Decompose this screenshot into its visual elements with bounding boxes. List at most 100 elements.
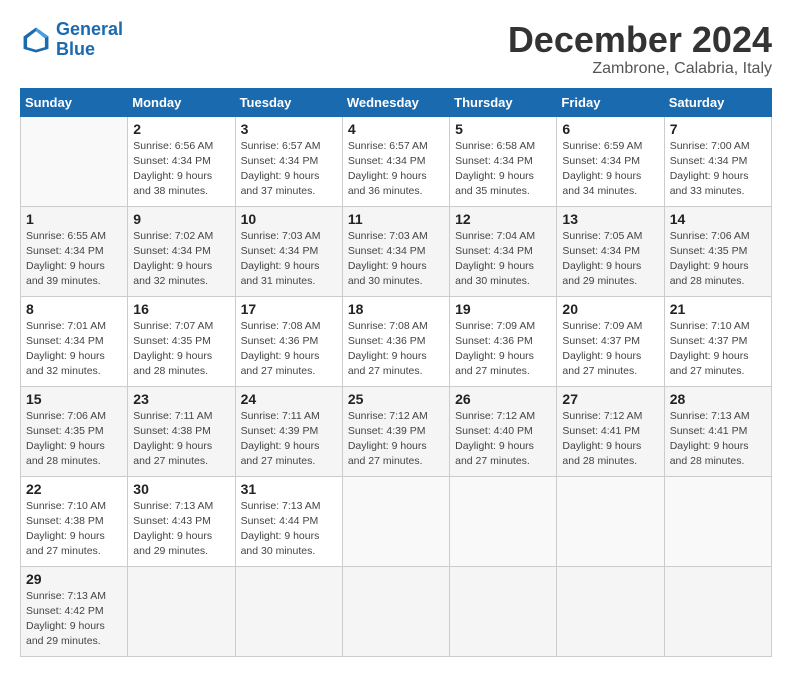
day-number: 12 [455, 211, 551, 227]
calendar-cell [342, 476, 449, 566]
day-info: Sunrise: 7:13 AMSunset: 4:42 PMDaylight:… [26, 589, 122, 650]
day-number: 8 [26, 301, 122, 317]
day-info: Sunrise: 7:10 AMSunset: 4:38 PMDaylight:… [26, 499, 122, 560]
calendar-week-4: 22 Sunrise: 7:10 AMSunset: 4:38 PMDayligh… [21, 476, 772, 566]
day-number: 22 [26, 481, 122, 497]
calendar-cell: 23 Sunrise: 7:11 AMSunset: 4:38 PMDayligh… [128, 386, 235, 476]
calendar-cell: 2 Sunrise: 6:56 AMSunset: 4:34 PMDaylight… [128, 116, 235, 206]
day-number: 23 [133, 391, 229, 407]
day-info: Sunrise: 6:59 AMSunset: 4:34 PMDaylight:… [562, 139, 658, 200]
calendar-cell [342, 566, 449, 656]
calendar-cell: 8 Sunrise: 7:01 AMSunset: 4:34 PMDaylight… [21, 296, 128, 386]
day-info: Sunrise: 7:12 AMSunset: 4:41 PMDaylight:… [562, 409, 658, 470]
day-number: 31 [241, 481, 337, 497]
day-number: 26 [455, 391, 551, 407]
day-number: 1 [26, 211, 122, 227]
day-info: Sunrise: 6:57 AMSunset: 4:34 PMDaylight:… [348, 139, 444, 200]
header-saturday: Saturday [664, 88, 771, 116]
calendar-cell: 4Sunrise: 6:57 AMSunset: 4:34 PMDaylight… [342, 116, 449, 206]
calendar-cell: 6Sunrise: 6:59 AMSunset: 4:34 PMDaylight… [557, 116, 664, 206]
calendar-cell [450, 476, 557, 566]
day-number: 27 [562, 391, 658, 407]
page-header: General Blue December 2024 Zambrone, Cal… [20, 20, 772, 78]
location: Zambrone, Calabria, Italy [508, 60, 772, 78]
calendar-cell [21, 116, 128, 206]
day-number: 28 [670, 391, 766, 407]
logo-icon [20, 24, 52, 56]
calendar-cell: 3 Sunrise: 6:57 AMSunset: 4:34 PMDaylight… [235, 116, 342, 206]
month-title: December 2024 [508, 20, 772, 60]
day-info: Sunrise: 7:06 AMSunset: 4:35 PMDaylight:… [670, 229, 766, 290]
header-monday: Monday [128, 88, 235, 116]
day-number: 15 [26, 391, 122, 407]
day-info: Sunrise: 6:57 AMSunset: 4:34 PMDaylight:… [241, 139, 337, 200]
day-number: 21 [670, 301, 766, 317]
day-number: 30 [133, 481, 229, 497]
day-info: Sunrise: 7:11 AMSunset: 4:38 PMDaylight:… [133, 409, 229, 470]
header-wednesday: Wednesday [342, 88, 449, 116]
logo-text: General Blue [56, 20, 123, 60]
header-sunday: Sunday [21, 88, 128, 116]
day-number: 2 [133, 121, 229, 137]
calendar-cell: 29Sunrise: 7:13 AMSunset: 4:42 PMDayligh… [21, 566, 128, 656]
calendar-cell: 21 Sunrise: 7:10 AMSunset: 4:37 PMDayligh… [664, 296, 771, 386]
logo: General Blue [20, 20, 123, 60]
day-number: 18 [348, 301, 444, 317]
day-info: Sunrise: 7:06 AMSunset: 4:35 PMDaylight:… [26, 409, 122, 470]
calendar-cell: 20 Sunrise: 7:09 AMSunset: 4:37 PMDayligh… [557, 296, 664, 386]
calendar-cell: 10 Sunrise: 7:03 AMSunset: 4:34 PMDayligh… [235, 206, 342, 296]
header-thursday: Thursday [450, 88, 557, 116]
day-number: 11 [348, 211, 444, 227]
day-info: Sunrise: 7:02 AMSunset: 4:34 PMDaylight:… [133, 229, 229, 290]
header-tuesday: Tuesday [235, 88, 342, 116]
calendar-cell: 9Sunrise: 7:02 AMSunset: 4:34 PMDaylight… [128, 206, 235, 296]
calendar-cell: 13 Sunrise: 7:05 AMSunset: 4:34 PMDayligh… [557, 206, 664, 296]
calendar-cell: 12 Sunrise: 7:04 AMSunset: 4:34 PMDayligh… [450, 206, 557, 296]
day-number: 14 [670, 211, 766, 227]
calendar-cell: 11 Sunrise: 7:03 AMSunset: 4:34 PMDayligh… [342, 206, 449, 296]
calendar-cell: 26Sunrise: 7:12 AMSunset: 4:40 PMDayligh… [450, 386, 557, 476]
calendar-cell: 1Sunrise: 6:55 AMSunset: 4:34 PMDaylight… [21, 206, 128, 296]
day-number: 3 [241, 121, 337, 137]
day-info: Sunrise: 7:09 AMSunset: 4:36 PMDaylight:… [455, 319, 551, 380]
day-number: 10 [241, 211, 337, 227]
calendar-cell [664, 476, 771, 566]
day-info: Sunrise: 7:01 AMSunset: 4:34 PMDaylight:… [26, 319, 122, 380]
day-info: Sunrise: 7:13 AMSunset: 4:41 PMDaylight:… [670, 409, 766, 470]
day-number: 25 [348, 391, 444, 407]
calendar-cell: 24Sunrise: 7:11 AMSunset: 4:39 PMDayligh… [235, 386, 342, 476]
day-info: Sunrise: 7:05 AMSunset: 4:34 PMDaylight:… [562, 229, 658, 290]
day-number: 13 [562, 211, 658, 227]
day-info: Sunrise: 7:13 AMSunset: 4:44 PMDaylight:… [241, 499, 337, 560]
calendar-cell: 22 Sunrise: 7:10 AMSunset: 4:38 PMDayligh… [21, 476, 128, 566]
day-info: Sunrise: 7:04 AMSunset: 4:34 PMDaylight:… [455, 229, 551, 290]
calendar-cell: 19 Sunrise: 7:09 AMSunset: 4:36 PMDayligh… [450, 296, 557, 386]
calendar-cell [557, 476, 664, 566]
day-info: Sunrise: 7:09 AMSunset: 4:37 PMDaylight:… [562, 319, 658, 380]
calendar-cell: 17 Sunrise: 7:08 AMSunset: 4:36 PMDayligh… [235, 296, 342, 386]
day-number: 16 [133, 301, 229, 317]
day-number: 19 [455, 301, 551, 317]
day-info: Sunrise: 7:08 AMSunset: 4:36 PMDaylight:… [241, 319, 337, 380]
day-number: 17 [241, 301, 337, 317]
day-info: Sunrise: 7:03 AMSunset: 4:34 PMDaylight:… [241, 229, 337, 290]
day-info: Sunrise: 6:56 AMSunset: 4:34 PMDaylight:… [133, 139, 229, 200]
day-number: 7 [670, 121, 766, 137]
calendar-cell: 5Sunrise: 6:58 AMSunset: 4:34 PMDaylight… [450, 116, 557, 206]
calendar-week-1: 1Sunrise: 6:55 AMSunset: 4:34 PMDaylight… [21, 206, 772, 296]
calendar-cell: 16Sunrise: 7:07 AMSunset: 4:35 PMDayligh… [128, 296, 235, 386]
calendar-cell: 30Sunrise: 7:13 AMSunset: 4:43 PMDayligh… [128, 476, 235, 566]
day-info: Sunrise: 7:03 AMSunset: 4:34 PMDaylight:… [348, 229, 444, 290]
day-number: 20 [562, 301, 658, 317]
day-info: Sunrise: 7:10 AMSunset: 4:37 PMDaylight:… [670, 319, 766, 380]
calendar-cell: 15 Sunrise: 7:06 AMSunset: 4:35 PMDayligh… [21, 386, 128, 476]
calendar-week-3: 15 Sunrise: 7:06 AMSunset: 4:35 PMDayligh… [21, 386, 772, 476]
day-number: 5 [455, 121, 551, 137]
calendar-cell [235, 566, 342, 656]
header-friday: Friday [557, 88, 664, 116]
calendar-table: SundayMondayTuesdayWednesdayThursdayFrid… [20, 88, 772, 657]
calendar-cell [664, 566, 771, 656]
title-area: December 2024 Zambrone, Calabria, Italy [508, 20, 772, 78]
calendar-cell [128, 566, 235, 656]
day-info: Sunrise: 7:08 AMSunset: 4:36 PMDaylight:… [348, 319, 444, 380]
